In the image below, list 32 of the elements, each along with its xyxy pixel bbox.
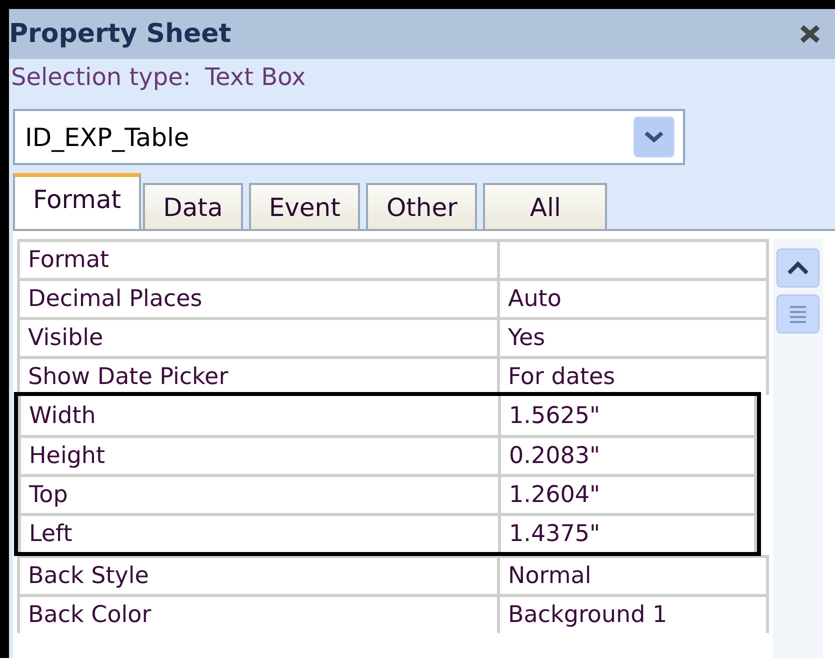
property-name: Left xyxy=(18,516,498,552)
tab[interactable]: All xyxy=(483,183,608,229)
property-value[interactable]: Normal xyxy=(497,558,769,594)
property-value[interactable]: 1.5625" xyxy=(498,396,757,435)
window-title: Property Sheet xyxy=(9,19,232,49)
scroll-thumb-icon[interactable] xyxy=(775,293,821,335)
property-name: Format xyxy=(17,242,497,278)
selection-type-value: Text Box xyxy=(204,63,306,93)
property-value[interactable]: Auto xyxy=(497,281,769,317)
tab[interactable]: Data xyxy=(143,183,243,229)
value-cell[interactable] xyxy=(497,242,769,278)
property-value[interactable]: For dates xyxy=(497,359,769,395)
property-name: Decimal Places xyxy=(17,281,497,317)
property-name: Width xyxy=(18,396,498,435)
property-name: Back Color xyxy=(17,597,497,633)
property-name: Visible xyxy=(17,320,497,356)
close-icon[interactable] xyxy=(799,24,821,44)
property-value[interactable]: Yes xyxy=(497,320,769,356)
selection-type-label: Selection type: xyxy=(11,63,191,93)
scroll-up-icon[interactable] xyxy=(775,247,821,289)
tab[interactable]: Format xyxy=(13,173,142,229)
property-name: Top xyxy=(18,477,498,513)
property-name: Back Style xyxy=(17,558,497,594)
tab[interactable]: Other xyxy=(366,183,478,229)
tab[interactable]: Event xyxy=(248,183,360,229)
property-name: Show Date Picker xyxy=(17,359,497,395)
property-name: Height xyxy=(18,438,498,474)
property-value[interactable]: 1.4375" xyxy=(498,516,757,552)
object-dropdown[interactable]: ID_EXP_Table xyxy=(13,109,685,165)
property-value[interactable]: 1.2604" xyxy=(498,477,757,513)
property-value[interactable]: Background 1 xyxy=(497,597,769,633)
property-value[interactable]: 0.2083" xyxy=(498,438,757,474)
